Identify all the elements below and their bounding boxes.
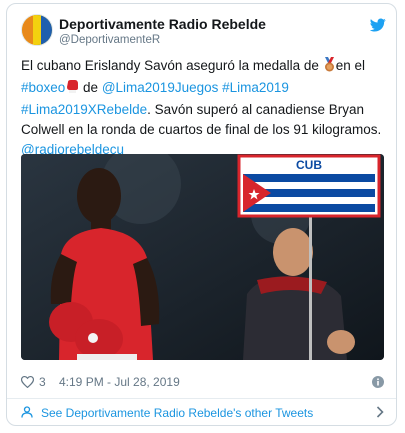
see-more-label[interactable]: See Deportivamente Radio Rebelde's other…: [41, 406, 313, 420]
hashtag-boxeo[interactable]: #boxeo: [21, 80, 65, 95]
account-handle[interactable]: @DeportivamenteR: [59, 34, 160, 46]
tweet-footer: 3 4:19 PM - Jul 28, 2019: [21, 374, 386, 392]
tweet-timestamp[interactable]: 4:19 PM - Jul 28, 2019: [59, 375, 180, 389]
see-more-tweets-link[interactable]: See Deportivamente Radio Rebelde's other…: [21, 400, 386, 424]
account-name[interactable]: Deportivamente Radio Rebelde: [59, 16, 266, 32]
twitter-bird-icon[interactable]: [370, 17, 386, 33]
avatar[interactable]: [21, 14, 53, 46]
boxing-glove-icon: [65, 80, 79, 100]
chevron-right-icon[interactable]: [376, 406, 384, 418]
hashtag-lima2019xrebelde[interactable]: #Lima2019XRebelde: [21, 102, 147, 117]
embedded-tweet-card: Deportivamente Radio Rebelde @Deportivam…: [6, 3, 397, 426]
tweet-header: Deportivamente Radio Rebelde @Deportivam…: [21, 14, 386, 50]
tweet-media[interactable]: CUB: [21, 154, 384, 360]
hashtag-lima2019[interactable]: #Lima2019: [222, 80, 289, 95]
bronze-medal-icon: [323, 57, 336, 78]
tweet-text-segment: en el: [335, 58, 365, 73]
tweet-text-segment: de: [79, 80, 102, 95]
user-icon: [21, 406, 33, 418]
banner-text: CUB: [296, 158, 322, 172]
like-count[interactable]: 3: [39, 375, 46, 389]
tweet-text-segment: El cubano Erislandy Savón aseguró la med…: [21, 58, 323, 73]
tweet-text: El cubano Erislandy Savón aseguró la med…: [21, 56, 387, 160]
divider: [7, 398, 396, 399]
mention-lima2019juegos[interactable]: @Lima2019Juegos: [102, 80, 219, 95]
info-icon[interactable]: [372, 376, 384, 388]
heart-icon[interactable]: [21, 376, 34, 388]
